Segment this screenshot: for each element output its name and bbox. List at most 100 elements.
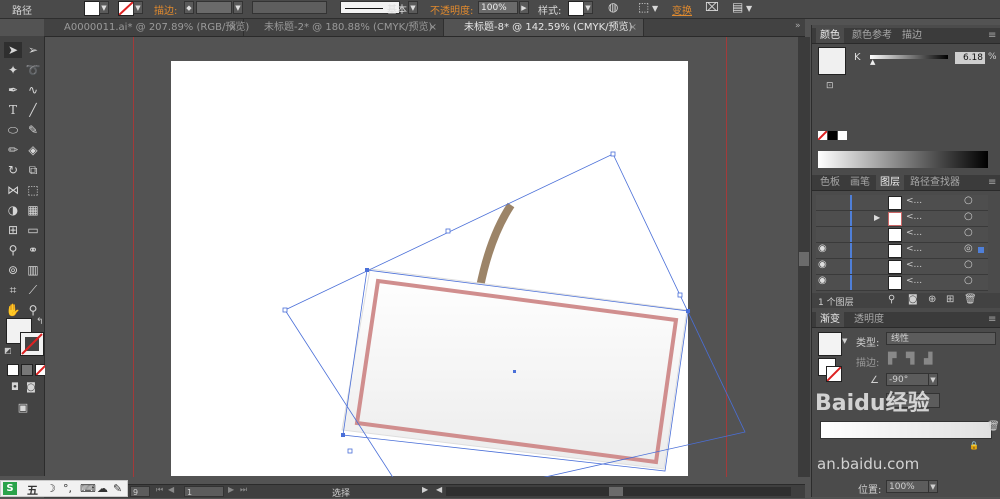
bounding-box-handle[interactable]: [347, 448, 353, 454]
scale-tool-icon[interactable]: ⧉: [24, 162, 42, 178]
new-sublayer-icon[interactable]: ⊕: [928, 294, 936, 305]
default-colors-icon[interactable]: ◩: [4, 346, 12, 355]
bounding-box-handle[interactable]: [282, 307, 288, 313]
stroke-label[interactable]: 描边:: [154, 2, 177, 17]
bounding-box-handle[interactable]: [610, 151, 616, 157]
tab-untitled-8[interactable]: 未标题-8* @ 142.59% (CMYK/预览) ×: [444, 19, 644, 36]
locate-object-icon[interactable]: ⚲: [888, 294, 895, 305]
ime-keyboard-icon[interactable]: ⌨: [80, 482, 96, 495]
layer-row[interactable]: ▶ <... ○: [816, 211, 988, 227]
previous-artboard-icon[interactable]: ◀: [168, 485, 174, 494]
selection-tool-icon[interactable]: ➤: [4, 42, 22, 58]
tab-transparency[interactable]: 透明度: [850, 312, 888, 327]
pencil-tool-icon[interactable]: ✏: [4, 142, 22, 158]
draw-behind-icon[interactable]: ◙: [22, 380, 40, 396]
pen-tool-icon[interactable]: ✒: [4, 82, 22, 98]
style-swatch[interactable]: [568, 1, 584, 16]
tab-pathfinder[interactable]: 路径查找器: [906, 175, 964, 190]
lock-icon[interactable]: 🔒: [969, 441, 979, 450]
tab-brushes[interactable]: 画笔: [846, 175, 874, 190]
sogou-logo-icon[interactable]: S: [3, 482, 17, 495]
mesh-tool-icon[interactable]: ⊞: [4, 222, 22, 238]
target-icon[interactable]: ○: [964, 275, 973, 286]
none-swatch[interactable]: [817, 130, 828, 141]
fill-dropdown-icon[interactable]: ▼: [99, 1, 109, 14]
artboard-number-field[interactable]: 1: [184, 486, 224, 497]
arrange-dropdown-icon[interactable]: ▼: [746, 4, 752, 13]
column-graph-tool-icon[interactable]: ▥: [24, 262, 42, 278]
gradient-slider[interactable]: [820, 421, 992, 439]
tab-swatches[interactable]: 色板: [816, 175, 844, 190]
status-menu-icon[interactable]: ▶: [422, 485, 428, 494]
next-artboard-icon[interactable]: ▶: [228, 485, 234, 494]
ime-skin-icon[interactable]: ☁: [97, 482, 108, 495]
target-icon[interactable]: ◎: [964, 243, 973, 254]
target-icon[interactable]: ○: [964, 227, 973, 238]
blend-tool-icon[interactable]: ⚭: [24, 242, 42, 258]
vertical-scrollbar[interactable]: [798, 37, 810, 477]
layer-row[interactable]: <... ○: [816, 227, 988, 243]
isolate-dropdown-icon[interactable]: ▼: [652, 4, 658, 13]
stroke-color-box[interactable]: [20, 332, 44, 356]
stroke-weight-stepper[interactable]: ◆: [184, 1, 194, 14]
transform-icon[interactable]: ⌧: [705, 0, 719, 14]
paintbrush-tool-icon[interactable]: ✎: [24, 122, 42, 138]
visibility-eye-icon[interactable]: ◉: [818, 243, 827, 254]
color-spectrum-bar[interactable]: [818, 151, 988, 168]
slice-tool-icon[interactable]: ⟋: [24, 282, 42, 298]
bounding-box-handle[interactable]: [677, 292, 683, 298]
style-dropdown-icon[interactable]: ▼: [583, 1, 593, 14]
layer-name[interactable]: <...: [906, 228, 922, 238]
bounding-box-handle[interactable]: [445, 228, 451, 234]
ime-tools-icon[interactable]: ✎: [113, 482, 122, 495]
slider-handle-icon[interactable]: ▲: [870, 58, 875, 66]
color-fill-preview[interactable]: [818, 47, 846, 75]
artboard-tool-icon[interactable]: ⌗: [4, 282, 22, 298]
layer-name[interactable]: <...: [906, 212, 922, 222]
scrollbar-thumb[interactable]: [609, 487, 623, 496]
ime-punctuation-icon[interactable]: °,: [63, 482, 72, 495]
close-icon[interactable]: ×: [629, 19, 637, 36]
tab-stroke[interactable]: 描边: [898, 28, 926, 43]
panel-menu-icon[interactable]: »: [795, 21, 801, 31]
gradient-stroke-box[interactable]: [826, 366, 842, 382]
symbol-sprayer-tool-icon[interactable]: ⊚: [4, 262, 22, 278]
location-dropdown-icon[interactable]: ▼: [928, 480, 938, 493]
swap-colors-icon[interactable]: ↰: [36, 317, 44, 327]
recolor-icon[interactable]: ◍: [608, 0, 618, 14]
scroll-left-icon[interactable]: ◀: [436, 485, 442, 494]
layer-name[interactable]: <...: [906, 276, 922, 286]
out-of-gamut-icon[interactable]: ⊡: [826, 81, 834, 91]
brush-dropdown-icon[interactable]: ▼: [408, 1, 418, 14]
stroke-swatch[interactable]: [118, 1, 134, 16]
target-icon[interactable]: ○: [964, 195, 973, 206]
stroke-gradient-along-icon[interactable]: ▜: [906, 352, 914, 365]
last-artboard-icon[interactable]: ⏭: [240, 485, 247, 495]
new-layer-icon[interactable]: ⊞: [946, 294, 954, 305]
panel-menu-icon[interactable]: ≡: [984, 28, 1000, 43]
eraser-tool-icon[interactable]: ◈: [24, 142, 42, 158]
stroke-dropdown-icon[interactable]: ▼: [133, 1, 143, 14]
layer-name[interactable]: <...: [906, 260, 922, 270]
opacity-label[interactable]: 不透明度:: [430, 2, 473, 17]
shape-builder-tool-icon[interactable]: ◑: [4, 202, 22, 218]
close-icon[interactable]: ×: [229, 19, 237, 36]
magic-wand-tool-icon[interactable]: ✦: [4, 62, 22, 78]
horizontal-scrollbar[interactable]: [446, 487, 791, 496]
first-artboard-icon[interactable]: ⏮: [156, 485, 163, 495]
rotate-tool-icon[interactable]: ↻: [4, 162, 22, 178]
stroke-weight-field[interactable]: [196, 1, 232, 14]
clipping-mask-icon[interactable]: ◙: [908, 294, 918, 305]
layer-row[interactable]: ◉ <... ◎: [816, 243, 988, 259]
layer-row[interactable]: ◉ <... ○: [816, 259, 988, 275]
tab-gradient[interactable]: 渐变: [816, 312, 844, 327]
stroke-weight-dropdown-icon[interactable]: ▼: [233, 1, 243, 14]
black-swatch[interactable]: [828, 131, 837, 140]
gradient-mode-button[interactable]: [21, 364, 33, 376]
anchor-point[interactable]: [341, 433, 345, 437]
arrange-icon[interactable]: ▤: [732, 0, 743, 14]
gradient-tool-icon[interactable]: ▭: [24, 222, 42, 238]
layer-name[interactable]: <...: [906, 196, 922, 206]
white-swatch[interactable]: [838, 131, 847, 140]
stroke-gradient-across-icon[interactable]: ▟: [924, 352, 932, 365]
